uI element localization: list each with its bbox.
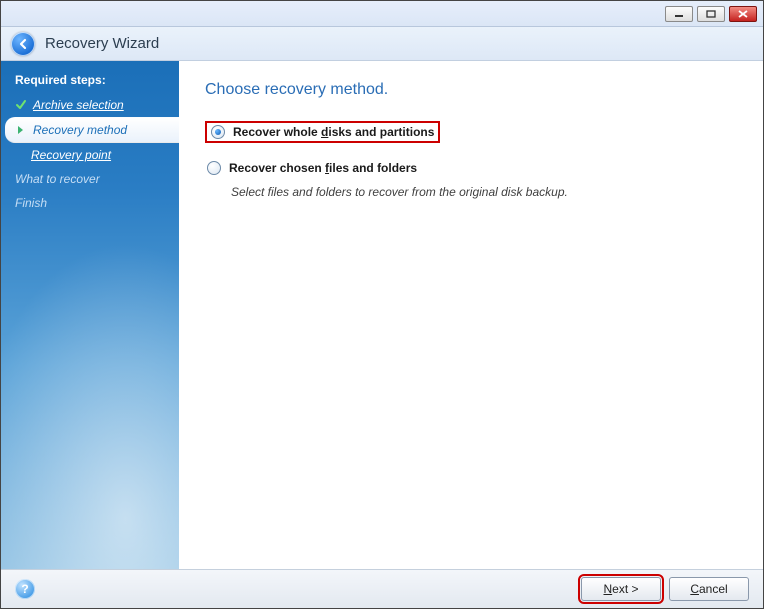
button-label: Next >	[603, 582, 638, 596]
help-button[interactable]: ?	[15, 579, 35, 599]
step-label: Recovery point	[31, 148, 111, 162]
close-icon	[738, 10, 748, 18]
radio-icon	[207, 161, 221, 175]
help-icon: ?	[21, 582, 28, 596]
arrow-left-icon	[16, 37, 30, 51]
step-recovery-method[interactable]: Recovery method	[5, 117, 179, 143]
content-pane: Choose recovery method. Recover whole di…	[179, 61, 763, 569]
option-label: Recover chosen files and folders	[229, 161, 417, 175]
step-label: Recovery method	[33, 123, 127, 137]
maximize-icon	[706, 10, 716, 18]
option-recover-disks[interactable]: Recover whole disks and partitions	[205, 121, 440, 143]
option-recover-files[interactable]: Recover chosen files and folders	[205, 157, 737, 179]
next-button[interactable]: Next >	[581, 577, 661, 601]
minimize-button[interactable]	[665, 6, 693, 22]
wizard-footer: ? Next > Cancel	[1, 569, 763, 608]
maximize-button[interactable]	[697, 6, 725, 22]
step-finish: Finish	[1, 191, 179, 215]
main-area: Required steps: Archive selection Recove…	[1, 61, 763, 569]
step-label: Finish	[15, 196, 47, 210]
step-what-to-recover: What to recover	[1, 167, 179, 191]
arrow-right-icon	[15, 124, 27, 136]
check-icon	[15, 99, 27, 111]
button-label: Cancel	[690, 582, 727, 596]
step-recovery-point[interactable]: Recovery point	[1, 143, 179, 167]
minimize-icon	[674, 10, 684, 18]
cancel-button[interactable]: Cancel	[669, 577, 749, 601]
back-button[interactable]	[11, 32, 35, 56]
wizard-header: Recovery Wizard	[1, 27, 763, 61]
step-label: Archive selection	[33, 98, 124, 112]
wizard-title: Recovery Wizard	[45, 35, 159, 52]
window-titlebar	[1, 1, 763, 27]
step-label: What to recover	[15, 172, 100, 186]
radio-icon	[211, 125, 225, 139]
sidebar-heading: Required steps:	[1, 69, 179, 93]
content-title: Choose recovery method.	[205, 81, 737, 99]
option-label: Recover whole disks and partitions	[233, 125, 434, 139]
close-button[interactable]	[729, 6, 757, 22]
sidebar: Required steps: Archive selection Recove…	[1, 61, 179, 569]
step-archive-selection[interactable]: Archive selection	[1, 93, 179, 117]
option-description: Select files and folders to recover from…	[231, 185, 737, 199]
